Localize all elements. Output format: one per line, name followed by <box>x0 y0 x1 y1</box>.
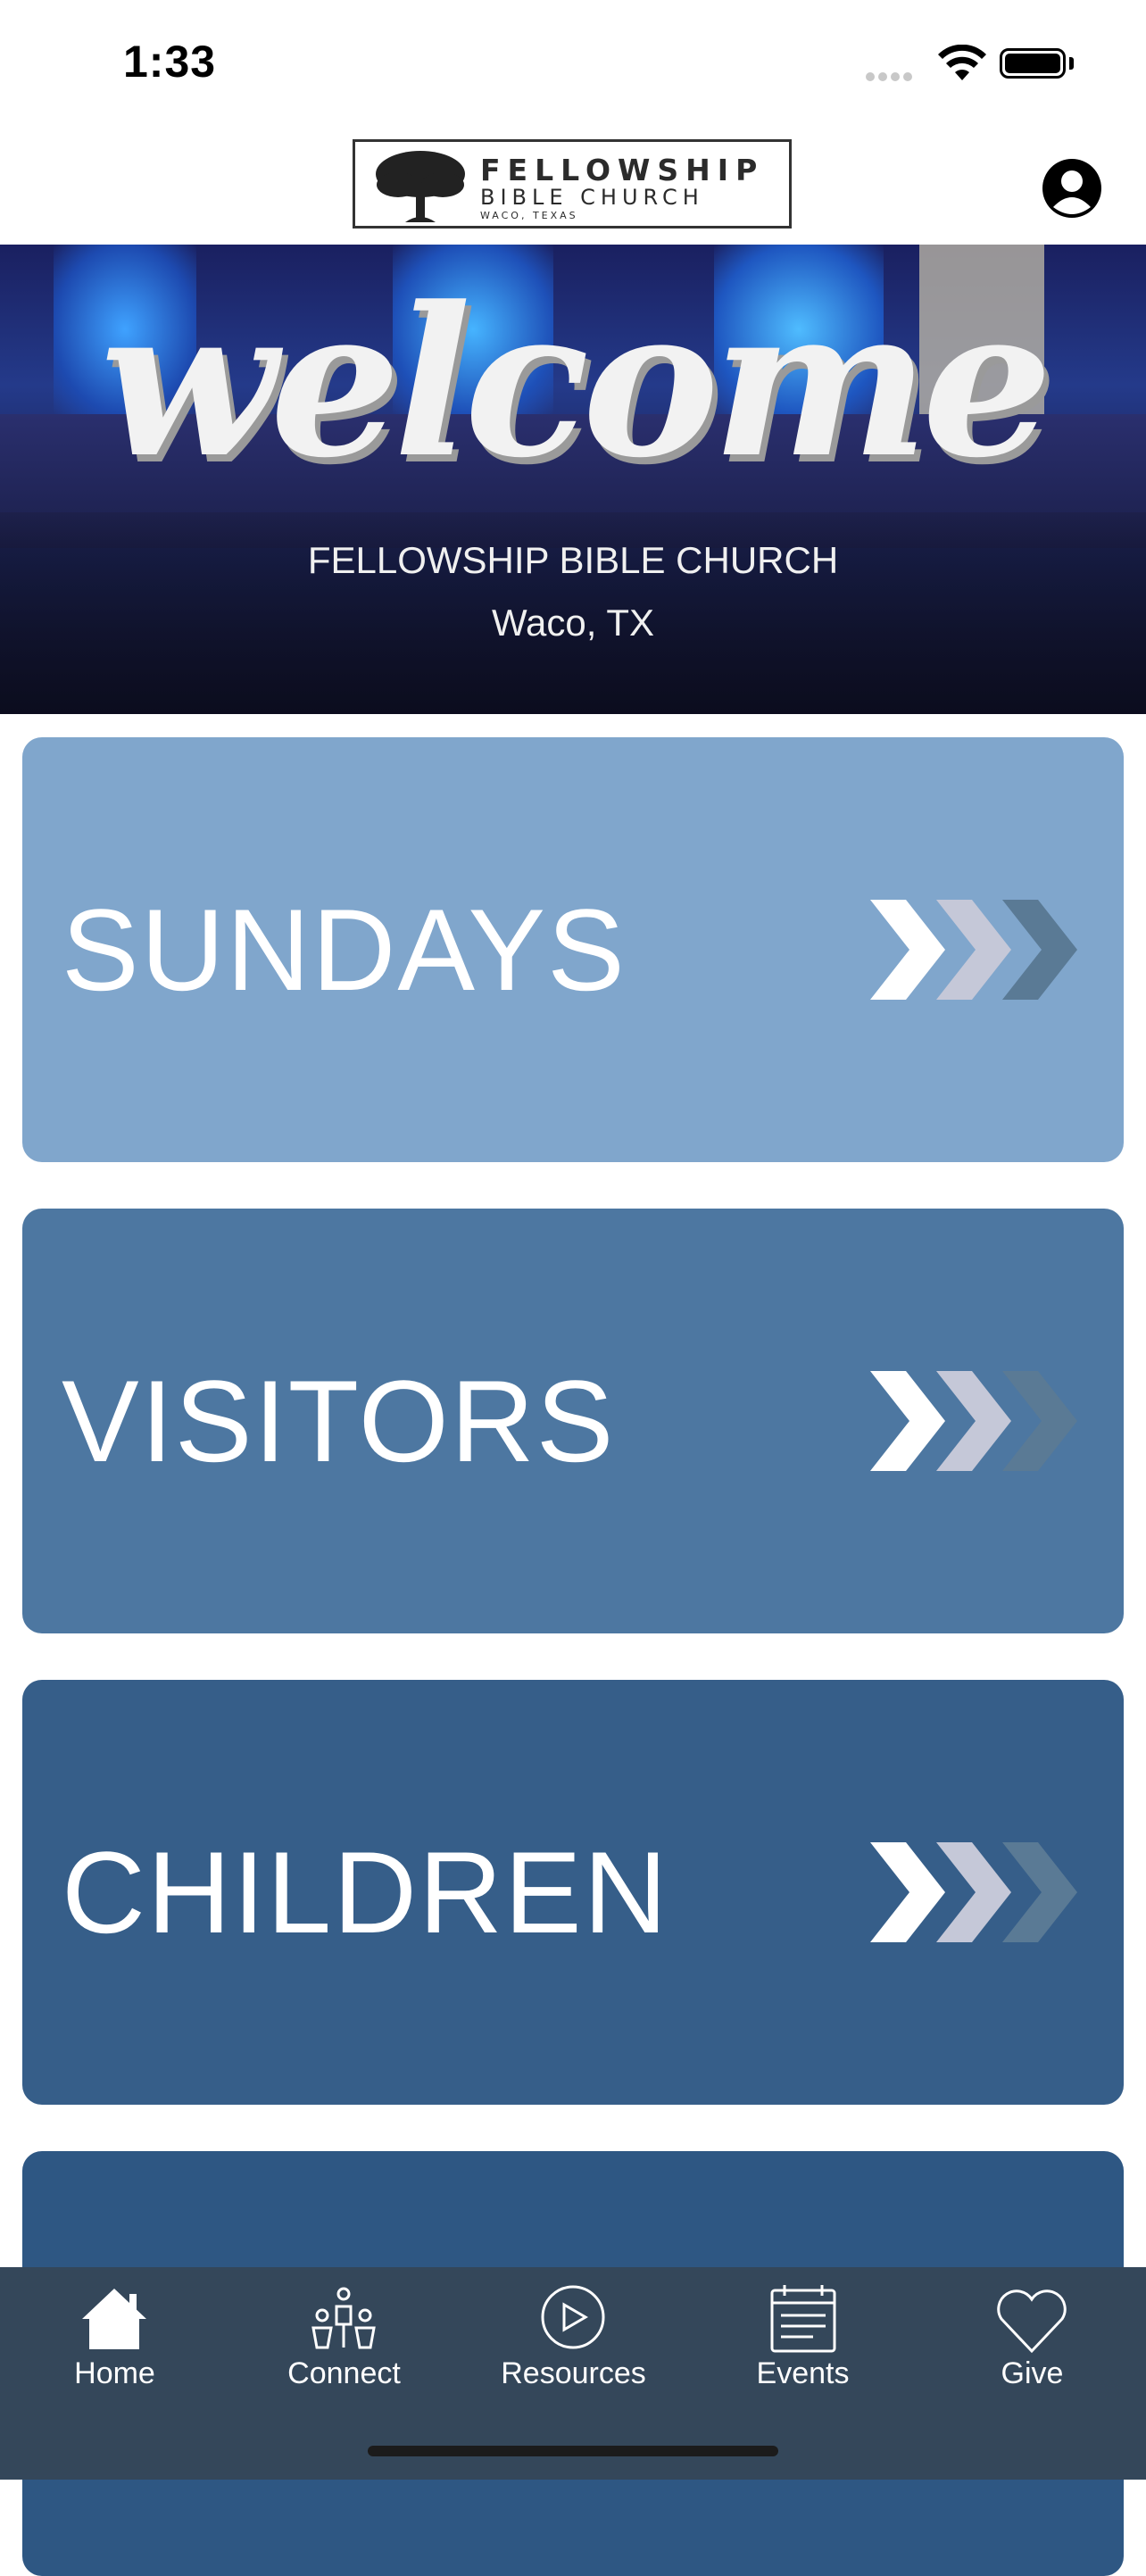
chevron-right-icon <box>936 1371 1011 1471</box>
wifi-icon <box>938 45 986 80</box>
user-circle-icon[interactable] <box>1041 157 1103 220</box>
tab-home[interactable]: Home <box>0 2267 229 2410</box>
card-label: SUNDAYS <box>62 885 627 1015</box>
welcome-banner[interactable]: welcome FELLOWSHIP BIBLE CHURCH Waco, TX <box>0 245 1146 714</box>
tab-label: Home <box>74 2356 155 2390</box>
chevron-right-icon <box>936 1842 1011 1942</box>
status-time: 1:33 <box>123 37 217 87</box>
chevrons-right-icon <box>870 1371 1077 1471</box>
chevron-right-icon <box>1002 900 1077 1000</box>
chevrons-right-icon <box>870 900 1077 1000</box>
app-header: FELLOWSHIP BIBLE CHURCH WACO, TEXAS <box>0 125 1146 245</box>
logo-text-location: WACO, TEXAS <box>480 210 578 221</box>
home-indicator[interactable] <box>368 2446 778 2456</box>
sundays-card[interactable]: SUNDAYS <box>22 737 1124 1162</box>
chevron-right-icon <box>870 1842 945 1942</box>
chevron-right-icon <box>870 1371 945 1471</box>
calendar-icon <box>770 2285 836 2353</box>
card-label: VISITORS <box>62 1356 616 1486</box>
tab-label: Give <box>1001 2356 1064 2390</box>
logo-text-bible-church: BIBLE CHURCH <box>480 185 704 210</box>
card-label: CHILDREN <box>62 1827 669 1957</box>
tab-label: Resources <box>501 2356 646 2390</box>
home-icon <box>82 2289 146 2349</box>
children-card[interactable]: CHILDREN <box>22 1680 1124 2105</box>
chevron-right-icon <box>1002 1842 1077 1942</box>
chevron-right-icon <box>870 900 945 1000</box>
tab-connect[interactable]: Connect <box>229 2267 459 2410</box>
chevrons-right-icon <box>870 1842 1077 1942</box>
chevron-right-icon <box>1002 1371 1077 1471</box>
church-logo: FELLOWSHIP BIBLE CHURCH WACO, TEXAS <box>353 139 792 229</box>
tab-give[interactable]: Give <box>918 2267 1146 2410</box>
visitors-card[interactable]: VISITORS <box>22 1209 1124 1633</box>
cellular-signal-icon <box>866 70 916 86</box>
logo-text-fellowship: FELLOWSHIP <box>480 153 765 187</box>
tab-events[interactable]: Events <box>688 2267 918 2410</box>
tree-logo-icon <box>376 151 465 222</box>
play-circle-icon <box>541 2285 605 2349</box>
status-bar: 1:33 <box>0 0 1146 125</box>
battery-icon <box>1000 48 1066 79</box>
tab-resources[interactable]: Resources <box>459 2267 688 2410</box>
welcome-title: welcome <box>100 262 1053 503</box>
hero-church-name: FELLOWSHIP BIBLE CHURCH <box>307 539 839 581</box>
chevron-right-icon <box>936 900 1011 1000</box>
heart-icon <box>997 2289 1067 2354</box>
people-icon <box>311 2287 376 2349</box>
tab-label: Connect <box>287 2356 401 2390</box>
hero-city: Waco, TX <box>491 602 655 644</box>
tab-label: Events <box>756 2356 850 2390</box>
